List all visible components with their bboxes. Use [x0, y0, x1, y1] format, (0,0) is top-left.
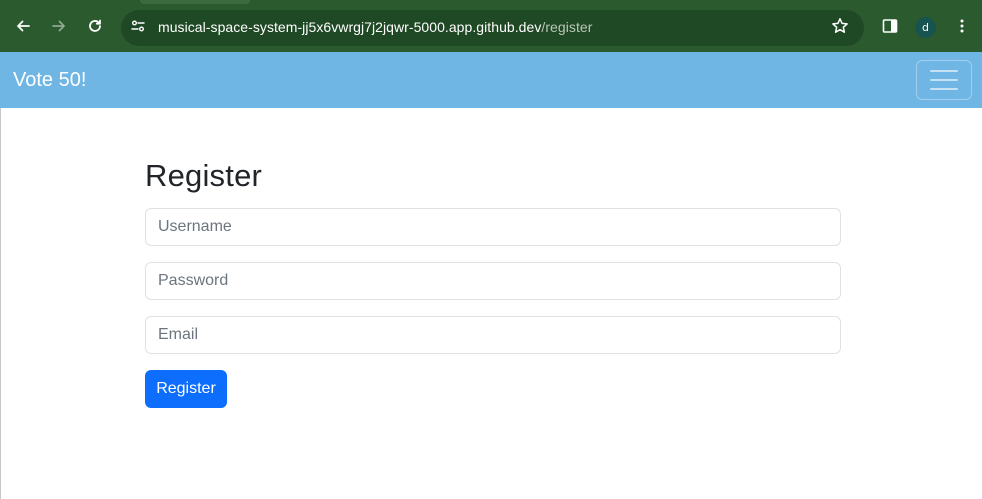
forward-button[interactable] — [47, 14, 71, 38]
page-title: Register — [145, 158, 263, 193]
back-button[interactable] — [11, 14, 35, 38]
url-host: musical-space-system-jj5x6vwrgj7j2jqwr-5… — [158, 19, 542, 35]
browser-toolbar: musical-space-system-jj5x6vwrgj7j2jqwr-5… — [0, 0, 982, 52]
window-edge — [0, 108, 1, 499]
site-info-icon — [131, 20, 145, 32]
navbar-brand[interactable]: Vote 50! — [13, 69, 86, 92]
menu-kebab-icon — [960, 19, 964, 33]
url-path: /register — [541, 19, 593, 35]
reload-button[interactable] — [83, 14, 107, 38]
app-navbar — [0, 52, 982, 108]
side-panel-icon — [882, 19, 898, 33]
email-input[interactable] — [145, 316, 841, 354]
bookmark-button[interactable] — [828, 14, 852, 38]
register-button[interactable]: Register — [145, 370, 227, 408]
browser-menu-button[interactable] — [950, 14, 974, 38]
side-panel-button[interactable] — [878, 14, 902, 38]
back-icon — [17, 20, 30, 32]
forward-icon — [52, 20, 65, 32]
site-info-button[interactable] — [126, 14, 150, 38]
profile-avatar[interactable]: d — [915, 17, 936, 38]
reload-icon — [89, 19, 101, 32]
url-text[interactable]: musical-space-system-jj5x6vwrgj7j2jqwr-5… — [158, 19, 592, 37]
bookmark-star-icon — [832, 18, 848, 33]
password-input[interactable] — [145, 262, 841, 300]
navbar-toggler-button[interactable] — [916, 60, 972, 100]
hamburger-icon — [930, 70, 958, 90]
username-input[interactable] — [145, 208, 841, 246]
active-tab-edge — [140, 0, 250, 4]
